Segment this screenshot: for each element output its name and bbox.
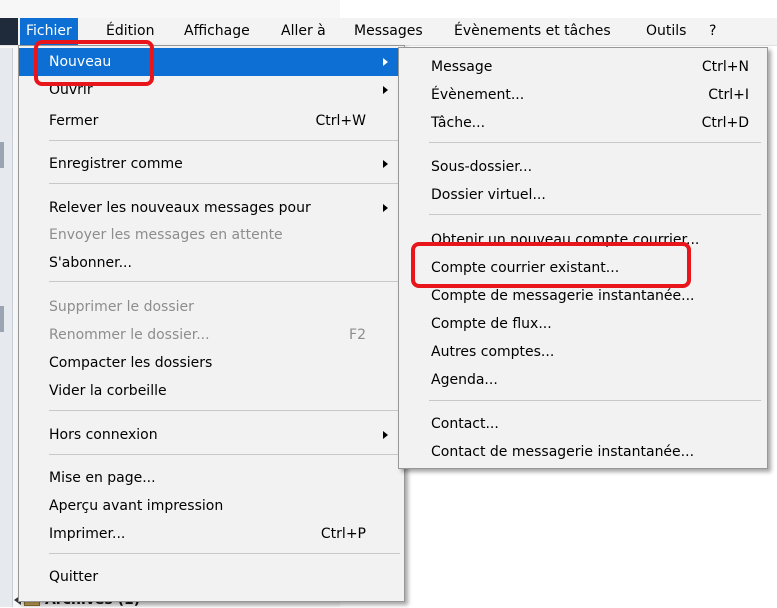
menu-affichage[interactable]: Affichage <box>178 18 256 45</box>
menu-item-fermer[interactable]: Fermer Ctrl+W <box>19 107 404 135</box>
menu-item-vider-corbeille[interactable]: Vider la corbeille <box>19 377 404 405</box>
window-left-edge <box>0 48 13 607</box>
submenu-arrow-icon <box>383 86 388 94</box>
menu-edition[interactable]: Édition <box>100 18 160 45</box>
menu-item-compacter[interactable]: Compacter les dossiers <box>19 349 404 377</box>
menu-item-imprimer[interactable]: Imprimer... Ctrl+P <box>19 520 404 548</box>
submenu-arrow-icon <box>383 160 388 168</box>
menu-separator <box>49 553 400 554</box>
submenu-item-compte-existant[interactable]: Compte courrier existant... <box>399 254 767 282</box>
menu-item-apercu[interactable]: Aperçu avant impression <box>19 492 404 520</box>
menu-separator <box>49 140 400 141</box>
window-edge <box>0 18 18 45</box>
submenu-item-tache[interactable]: Tâche... Ctrl+D <box>399 109 767 137</box>
menu-item-relever[interactable]: Relever les nouveaux messages pour <box>19 194 404 222</box>
menu-item-supprimer-dossier[interactable]: Supprimer le dossier <box>19 293 404 321</box>
menu-item-enregistrer-comme[interactable]: Enregistrer comme <box>19 150 404 178</box>
menu-item-hors-connexion[interactable]: Hors connexion <box>19 421 404 449</box>
submenu-item-compte-flux[interactable]: Compte de flux... <box>399 310 767 338</box>
menu-item-envoyer-attente[interactable]: Envoyer les messages en attente <box>19 221 404 249</box>
menu-item-mise-en-page[interactable]: Mise en page... <box>19 464 404 492</box>
submenu-arrow-icon <box>383 204 388 212</box>
submenu-item-sous-dossier[interactable]: Sous-dossier... <box>399 153 767 181</box>
submenu-item-nouveau-compte[interactable]: Obtenir un nouveau compte courrier... <box>399 226 767 254</box>
menu-separator <box>429 142 761 143</box>
menu-help[interactable]: ? <box>703 18 722 45</box>
new-submenu: Message Ctrl+N Évènement... Ctrl+I Tâche..… <box>398 47 768 469</box>
submenu-arrow-icon <box>383 58 388 66</box>
menu-separator <box>49 410 400 411</box>
menu-messages[interactable]: Messages <box>348 18 429 45</box>
menu-item-nouveau[interactable]: Nouveau <box>19 48 404 76</box>
menu-evenements-taches[interactable]: Évènements et tâches <box>448 18 617 45</box>
submenu-item-message[interactable]: Message Ctrl+N <box>399 53 767 81</box>
menu-aller-a[interactable]: Aller à <box>275 18 332 45</box>
menu-separator <box>429 214 761 215</box>
submenu-item-contact[interactable]: Contact... <box>399 410 767 438</box>
submenu-item-evenement[interactable]: Évènement... Ctrl+I <box>399 81 767 109</box>
menu-item-abonner[interactable]: S'abonner... <box>19 249 404 277</box>
submenu-item-agenda[interactable]: Agenda... <box>399 366 767 394</box>
menu-bar: Fichier Édition Affichage Aller à Messag… <box>0 18 777 46</box>
menu-separator <box>49 454 400 455</box>
submenu-item-compte-im[interactable]: Compte de messagerie instantanée... <box>399 282 767 310</box>
menu-item-ouvrir[interactable]: Ouvrir <box>19 76 404 104</box>
menu-fichier[interactable]: Fichier <box>20 18 78 45</box>
file-menu: Nouveau Ouvrir Fermer Ctrl+W Enregistrer … <box>18 45 405 602</box>
menu-separator <box>429 400 761 401</box>
menu-item-renommer-dossier[interactable]: Renommer le dossier... F2 <box>19 321 404 349</box>
menu-outils[interactable]: Outils <box>640 18 692 45</box>
submenu-item-autres-comptes[interactable]: Autres comptes... <box>399 338 767 366</box>
submenu-item-contact-im[interactable]: Contact de messagerie instantanée... <box>399 438 767 466</box>
menu-separator <box>49 281 400 282</box>
submenu-arrow-icon <box>383 431 388 439</box>
submenu-item-dossier-virtuel[interactable]: Dossier virtuel... <box>399 181 767 209</box>
menu-item-quitter[interactable]: Quitter <box>19 563 404 591</box>
menu-separator <box>49 183 400 184</box>
